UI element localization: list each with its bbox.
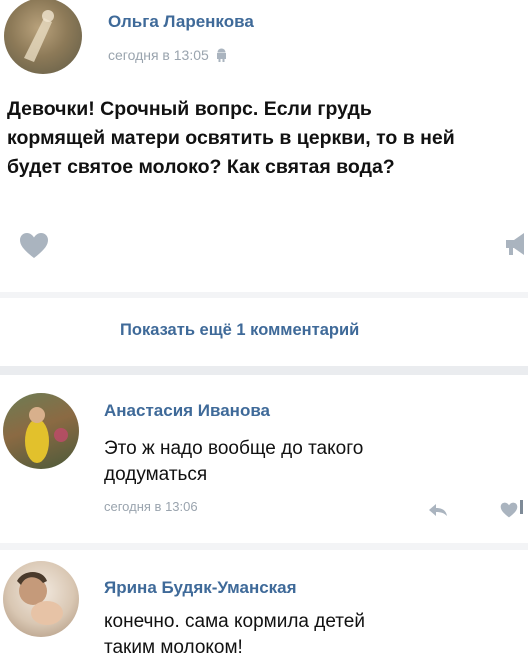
android-icon (216, 48, 227, 62)
section-divider (0, 366, 528, 375)
avatar-photo (17, 572, 63, 625)
comment-like-heart-icon[interactable] (500, 502, 518, 518)
avatar-photo (25, 407, 68, 463)
post-text: Девочки! Срочный вопрс. Если грудь кормя… (7, 95, 528, 182)
show-more-comments-link[interactable]: Показать ещё 1 комментарий (120, 321, 359, 340)
post-text-line: будет святое молоко? Как святая вода? (7, 156, 395, 178)
like-heart-icon[interactable] (19, 232, 49, 259)
comment-text-line: таким молоком! (104, 637, 243, 658)
comment-text: Это ж надо вообще до такого додуматься (104, 436, 363, 488)
section-divider (0, 543, 528, 550)
post-text-line: кормящей матери освятить в церкви, то в … (7, 127, 455, 149)
post-text-line: Девочки! Срочный вопрс. Если грудь (7, 98, 372, 120)
reply-arrow-icon[interactable] (428, 503, 448, 517)
comment-text-line: Это ж надо вообще до такого (104, 438, 364, 459)
comment-author-avatar[interactable] (3, 561, 79, 637)
post-author-name[interactable]: Ольга Ларенкова (108, 12, 254, 32)
comment-text: конечно. сама кормила детей таким молоко… (104, 609, 365, 661)
post-author-avatar[interactable] (4, 0, 82, 74)
section-divider (0, 292, 528, 298)
comment-author-name[interactable]: Ярина Будяк-Уманская (104, 578, 297, 598)
comment-like-icon-second (520, 500, 523, 514)
comment-text-line: додуматься (104, 464, 208, 485)
comment-author-avatar[interactable] (3, 393, 79, 469)
comment-author-name[interactable]: Анастасия Иванова (104, 401, 270, 421)
share-megaphone-icon[interactable] (502, 230, 528, 258)
avatar-photo (24, 10, 54, 62)
comment-timestamp: сегодня в 13:06 (104, 499, 198, 514)
comment-text-line: конечно. сама кормила детей (104, 611, 365, 632)
post-timestamp: сегодня в 13:05 (108, 47, 227, 63)
post-time: сегодня в 13:05 (108, 47, 209, 63)
